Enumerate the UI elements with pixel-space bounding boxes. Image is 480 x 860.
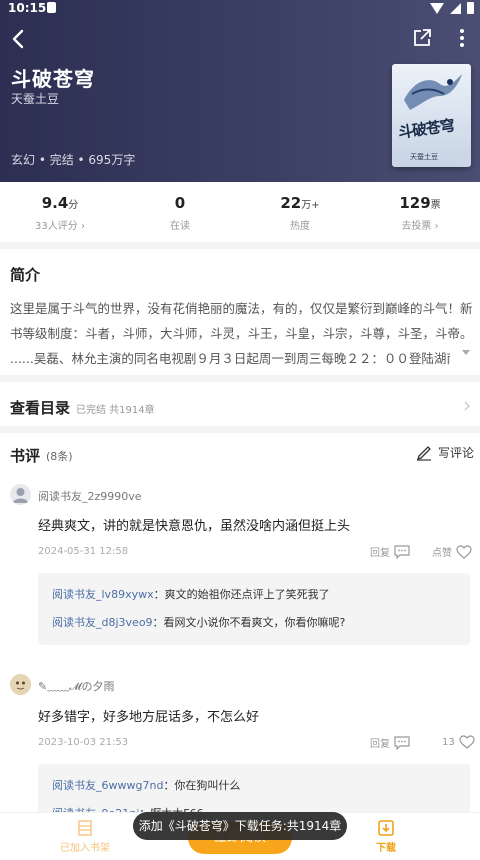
cover-dragon-art [404,74,462,110]
book-header: 10:15 斗破苍穹 天蚕土豆 玄幻 • 完结 • 695万字 斗破苍穹 天蚕土… [0,0,480,182]
book-title: 斗破苍穹 [11,67,95,91]
share-icon [414,29,431,46]
avatar[interactable] [10,674,31,695]
stat-heat-unit: 万+ [301,200,320,211]
chevron-right-icon [464,401,471,411]
stat-votes-label: 去投票 › [401,221,439,232]
stat-heat-value: 22 [280,194,302,212]
back-button[interactable] [6,26,32,52]
toc-status: 已完结 共1914章 [76,405,155,416]
intro-title: 简介 [10,266,41,284]
intro-line: 书等级制度：斗者，斗师，大斗师，斗灵，斗王，斗皇，斗宗，斗尊，斗圣，斗帝。 [10,326,472,341]
cover-title: 斗破苍穹 [397,116,456,142]
more-vertical-icon [460,29,464,47]
back-arrow-icon [12,29,24,49]
reply-user[interactable]: 阅读书友_6wwwg7nd [52,779,163,792]
user-avatar-icon [10,674,31,695]
review-date: 2023-10-03 21:53 [38,737,129,748]
write-review-label: 写评论 [438,446,475,460]
heart-icon [459,735,475,749]
reviews-title: 书评 [10,447,41,465]
bookshelf-button[interactable]: 已加入书架 [60,819,110,854]
reply-list: 阅读书友_lv89xywx：爽文的始祖你还点评上了笑死我了 阅读书友_d8j3v… [38,573,470,645]
user-avatar-icon [13,488,28,503]
stat-votes-value: 129 [399,194,431,212]
review-text: 好多错字，好多地方屁话多，不怎么好 [38,710,260,725]
section-divider [0,426,480,433]
section-divider [0,242,480,249]
battery-icon [467,2,474,14]
stat-votes-unit: 票 [430,200,441,211]
stat-heat-label: 热度 [290,221,310,232]
reply-label: 回复 [370,739,390,750]
toc-title: 查看目录 [10,399,71,417]
wifi-icon [430,2,444,14]
reply-user[interactable]: 阅读书友_lv89xywx [52,588,154,601]
stat-rating[interactable]: 9.4分 33人评分 › [0,182,120,242]
download-icon [378,820,394,836]
stat-reading-label: 在读 [170,221,190,232]
review-username[interactable]: 阅读书友_2z9990ve [38,488,142,504]
comment-icon [394,544,410,559]
stat-reading: 0 在读 [120,182,240,242]
reviews-count: (8条) [46,450,73,463]
avatar[interactable] [10,484,31,505]
like-button[interactable]: 13 [442,735,475,749]
heart-icon [456,544,472,559]
toast-message: 添加《斗破苍穹》下载任务:共1914章 [133,812,347,840]
more-button[interactable] [450,26,474,50]
stat-rating-value: 9.4 [41,194,69,212]
signal-icon [450,2,461,14]
intro-line: ......吴磊、林允主演的同名电视剧９月３日起周一到周三每晚２２：００登陆湖南 [10,351,450,366]
reply-item[interactable]: 阅读书友_6wwwg7nd：你在狗叫什么 [52,772,456,800]
notification-icon [47,2,56,13]
comment-icon [394,735,410,750]
bookshelf-label: 已加入书架 [60,843,110,854]
pen-icon [416,445,431,461]
download-label: 下载 [376,843,396,854]
write-review-button[interactable]: 写评论 [416,444,474,461]
review-username[interactable]: ✎﹏﹏𝓜の夕雨 [38,678,115,694]
stat-reading-value: 0 [174,194,186,212]
table-of-contents-row[interactable]: 查看目录 已完结 共1914章 [0,386,480,426]
like-button[interactable]: 点赞 [432,544,472,559]
download-button[interactable]: 下载 [376,819,396,854]
review-text: 经典爽文，讲的就是快意恩仇，虽然没啥内涵但挺上头 [38,519,351,534]
book-meta: 玄幻 • 完结 • 695万字 [11,153,136,167]
reply-item[interactable]: 阅读书友_d8j3veo9：看网文小说你不看爽文，你看你嘛呢? [52,609,456,637]
reply-label: 回复 [370,548,390,559]
reply-item[interactable]: 阅读书友_lv89xywx：爽文的始祖你还点评上了笑死我了 [52,581,456,609]
reply-user[interactable]: 阅读书友_d8j3veo9 [52,616,153,629]
section-divider [0,375,480,382]
stat-votes[interactable]: 129票 去投票 › [360,182,480,242]
reply-text: ：看网文小说你不看爽文，你看你嘛呢? [152,616,346,629]
intro-text[interactable]: 这里是属于斗气的世界，没有花俏艳丽的魔法，有的，仅仅是繁衍到巅峰的斗气！新 书等… [10,296,472,371]
stat-heat: 22万+ 热度 [240,182,360,242]
status-bar: 10:15 [0,0,480,16]
book-stats: 9.4分 33人评分 › 0 在读 22万+ 热度 129票 去投票 › [0,182,480,242]
like-label: 点赞 [432,548,452,559]
share-button[interactable] [410,26,434,50]
cover-subtitle: 天蚕土豆 [410,153,438,161]
book-author[interactable]: 天蚕土豆 [11,90,59,107]
reply-button[interactable]: 回复 [370,544,410,559]
review-date: 2024-05-31 12:58 [38,546,129,557]
intro-line: 这里是属于斗气的世界，没有花俏艳丽的魔法，有的，仅仅是繁衍到巅峰的斗气！新 [10,301,472,316]
reply-button[interactable]: 回复 [370,735,410,750]
status-time: 10:15 [8,1,47,15]
stat-rating-unit: 分 [68,200,79,211]
bookshelf-icon [78,820,92,836]
book-cover[interactable]: 斗破苍穹 天蚕土豆 [392,64,471,167]
reply-text: ：爽文的始祖你还点评上了笑死我了 [153,588,330,601]
reply-text: ：你在狗叫什么 [163,779,241,792]
stat-rating-label: 33人评分 › [35,221,85,232]
like-count: 13 [442,736,455,748]
expand-caret-icon[interactable] [460,347,472,357]
